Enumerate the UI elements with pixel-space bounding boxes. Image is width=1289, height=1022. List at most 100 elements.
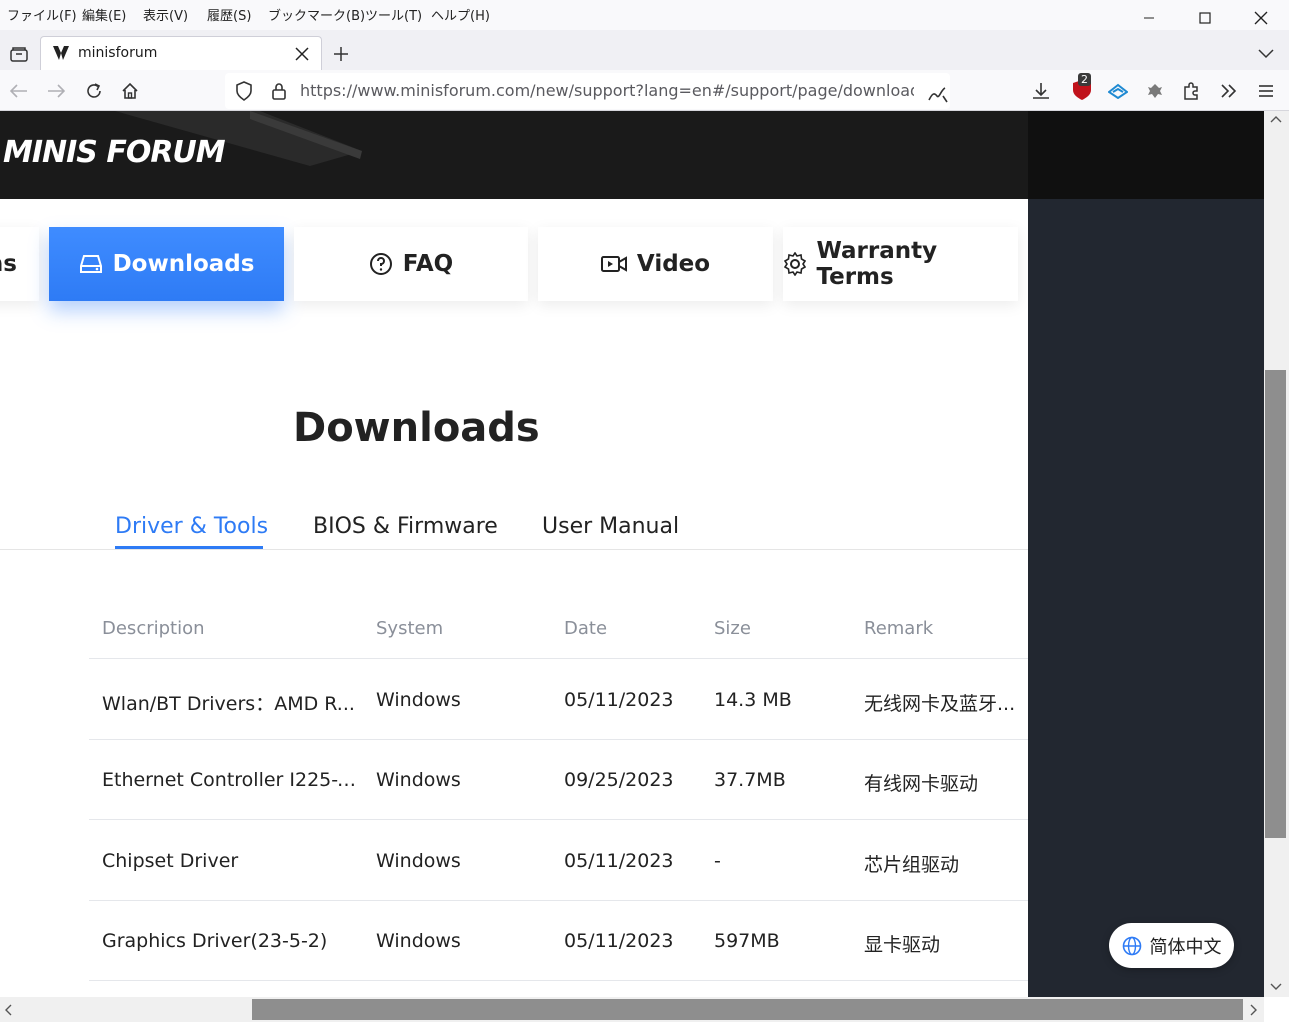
- hamburger-icon: [1259, 85, 1273, 97]
- table-row[interactable]: Graphics Driver(23-5-2) Windows 05/11/20…: [89, 900, 1028, 981]
- question-circle-icon: [369, 253, 392, 275]
- arrow-left-icon: [10, 84, 27, 98]
- cell-date: 05/11/2023: [564, 850, 674, 872]
- tab-warranty-terms-label: Warranty Terms: [816, 238, 938, 290]
- menu-bookmarks[interactable]: ブックマーク(B): [268, 5, 365, 24]
- language-switch-button[interactable]: 简体中文: [1109, 923, 1234, 968]
- subtab-divider: [0, 549, 1028, 550]
- extensions-button[interactable]: [1180, 80, 1202, 102]
- tab-warranty-terms[interactable]: Warranty Terms: [783, 227, 1018, 301]
- tab-video[interactable]: Video: [538, 227, 773, 301]
- cell-description[interactable]: Chipset Driver: [102, 850, 362, 872]
- menu-tools[interactable]: ツール(T): [365, 5, 422, 24]
- downloads-button[interactable]: [1030, 80, 1052, 102]
- cell-remark: 有线网卡驱动: [864, 773, 979, 795]
- back-button[interactable]: [8, 80, 30, 102]
- folder-tabs-icon: [10, 47, 28, 62]
- cell-date: 05/11/2023: [564, 930, 674, 952]
- scroll-down-icon[interactable]: [1270, 983, 1282, 991]
- gecko-icon: [1148, 84, 1162, 98]
- shield-icon: [236, 81, 252, 101]
- menu-edit[interactable]: 編集(E): [82, 5, 126, 24]
- gear-icon: [783, 252, 807, 276]
- tab-minisforum[interactable]: minisforum: [40, 36, 322, 70]
- page-side-header: [1028, 111, 1264, 199]
- menu-help[interactable]: ヘルプ(H): [431, 5, 490, 24]
- cell-size: 14.3 MB: [714, 689, 792, 711]
- scroll-left-icon[interactable]: [4, 1004, 12, 1016]
- scroll-right-icon[interactable]: [1250, 1004, 1258, 1016]
- menu-bar: ファイル(F) 編集(E) 表示(V) 履歴(S) ブックマーク(B) ツール(…: [0, 0, 1289, 30]
- horizontal-scroll-thumb[interactable]: [252, 999, 1243, 1020]
- tab-close-icon[interactable]: [295, 47, 309, 61]
- tab-faq-label: FAQ: [402, 251, 454, 277]
- tab-title: minisforum: [78, 45, 158, 61]
- cell-description[interactable]: Graphics Driver(23-5-2): [102, 930, 362, 952]
- app-menu-button[interactable]: [1255, 80, 1277, 102]
- chevron-double-right-icon: [1221, 84, 1237, 98]
- cell-system: Windows: [376, 850, 461, 872]
- video-camera-icon: [600, 256, 627, 272]
- cell-description[interactable]: Wlan/BT Drivers：AMD R...: [102, 689, 362, 716]
- subtab-driver-tools[interactable]: Driver & Tools: [115, 514, 268, 539]
- more-tools-button[interactable]: [1218, 80, 1240, 102]
- lock-icon: [272, 83, 286, 100]
- scroll-up-icon[interactable]: [1270, 115, 1282, 123]
- chevron-down-icon: [1258, 49, 1274, 59]
- subtab-bios-firmware[interactable]: BIOS & Firmware: [313, 514, 498, 539]
- site-header: MINIS FORUM: [0, 111, 1028, 199]
- cell-date: 05/11/2023: [564, 689, 674, 711]
- subtab-user-manual[interactable]: User Manual: [542, 514, 679, 539]
- column-header-remark: Remark: [864, 618, 934, 639]
- home-button[interactable]: [119, 80, 141, 102]
- cell-system: Windows: [376, 769, 461, 791]
- globe-icon: [1122, 936, 1141, 955]
- tab-overview-button[interactable]: [8, 43, 30, 65]
- minisforum-logo[interactable]: MINIS FORUM: [3, 135, 226, 170]
- cell-description[interactable]: Ethernet Controller I225-V...: [102, 769, 362, 791]
- menu-file[interactable]: ファイル(F): [7, 5, 77, 24]
- extension-gecko-button[interactable]: [1144, 80, 1166, 102]
- page-content: MINIS FORUM ns Downloads FAQ Video Warra…: [0, 111, 1028, 997]
- list-tabs-button[interactable]: [1255, 43, 1277, 65]
- puzzle-icon: [1184, 82, 1198, 100]
- site-security-button[interactable]: [268, 80, 290, 102]
- ublock-origin-button[interactable]: 2: [1068, 73, 1096, 104]
- table-row[interactable]: Wlan/BT Drivers：AMD R... Windows 05/11/2…: [89, 658, 1028, 739]
- hard-drive-icon: [79, 255, 102, 273]
- table-row[interactable]: Ethernet Controller I225-V... Windows 09…: [89, 739, 1028, 820]
- reload-icon: [87, 83, 101, 98]
- url-extension-button[interactable]: [926, 82, 950, 106]
- cell-size: 597MB: [714, 930, 780, 952]
- extension-wave-button[interactable]: [1107, 80, 1129, 102]
- cell-size: 37.7MB: [714, 769, 786, 791]
- tab-video-label: Video: [636, 251, 711, 277]
- arrow-right-icon: [48, 84, 65, 98]
- column-header-size: Size: [714, 618, 751, 639]
- reload-button[interactable]: [83, 80, 105, 102]
- home-icon: [122, 82, 138, 99]
- tab-nav-prev-label: ns: [0, 251, 17, 277]
- menu-view[interactable]: 表示(V): [143, 5, 188, 24]
- page-title: Downloads: [293, 405, 540, 451]
- column-header-description: Description: [102, 618, 205, 639]
- new-tab-button[interactable]: [330, 43, 352, 65]
- cell-remark: 无线网卡及蓝牙...: [864, 693, 1016, 715]
- tab-faq[interactable]: FAQ: [294, 227, 528, 301]
- tab-nav-prev[interactable]: ns: [0, 227, 39, 301]
- tracking-protection-button[interactable]: [233, 80, 255, 102]
- cell-size: -: [714, 850, 721, 872]
- cell-remark: 芯片组驱动: [864, 854, 960, 876]
- menu-history[interactable]: 履歴(S): [207, 5, 251, 24]
- table-row[interactable]: Chipset Driver Windows 05/11/2023 - 芯片组驱…: [89, 819, 1028, 900]
- vertical-scroll-thumb[interactable]: [1265, 370, 1286, 838]
- cell-remark: 显卡驱动: [864, 934, 941, 956]
- tab-downloads[interactable]: Downloads: [49, 227, 284, 301]
- plus-icon: [334, 47, 348, 61]
- page-side-area: [1028, 111, 1264, 997]
- ublock-badge: 2: [1078, 73, 1091, 86]
- url-text[interactable]: https://www.minisforum.com/new/support?l…: [300, 81, 914, 100]
- language-switch-label: 简体中文: [1149, 936, 1222, 958]
- column-header-system: System: [376, 618, 444, 639]
- forward-button[interactable]: [45, 80, 67, 102]
